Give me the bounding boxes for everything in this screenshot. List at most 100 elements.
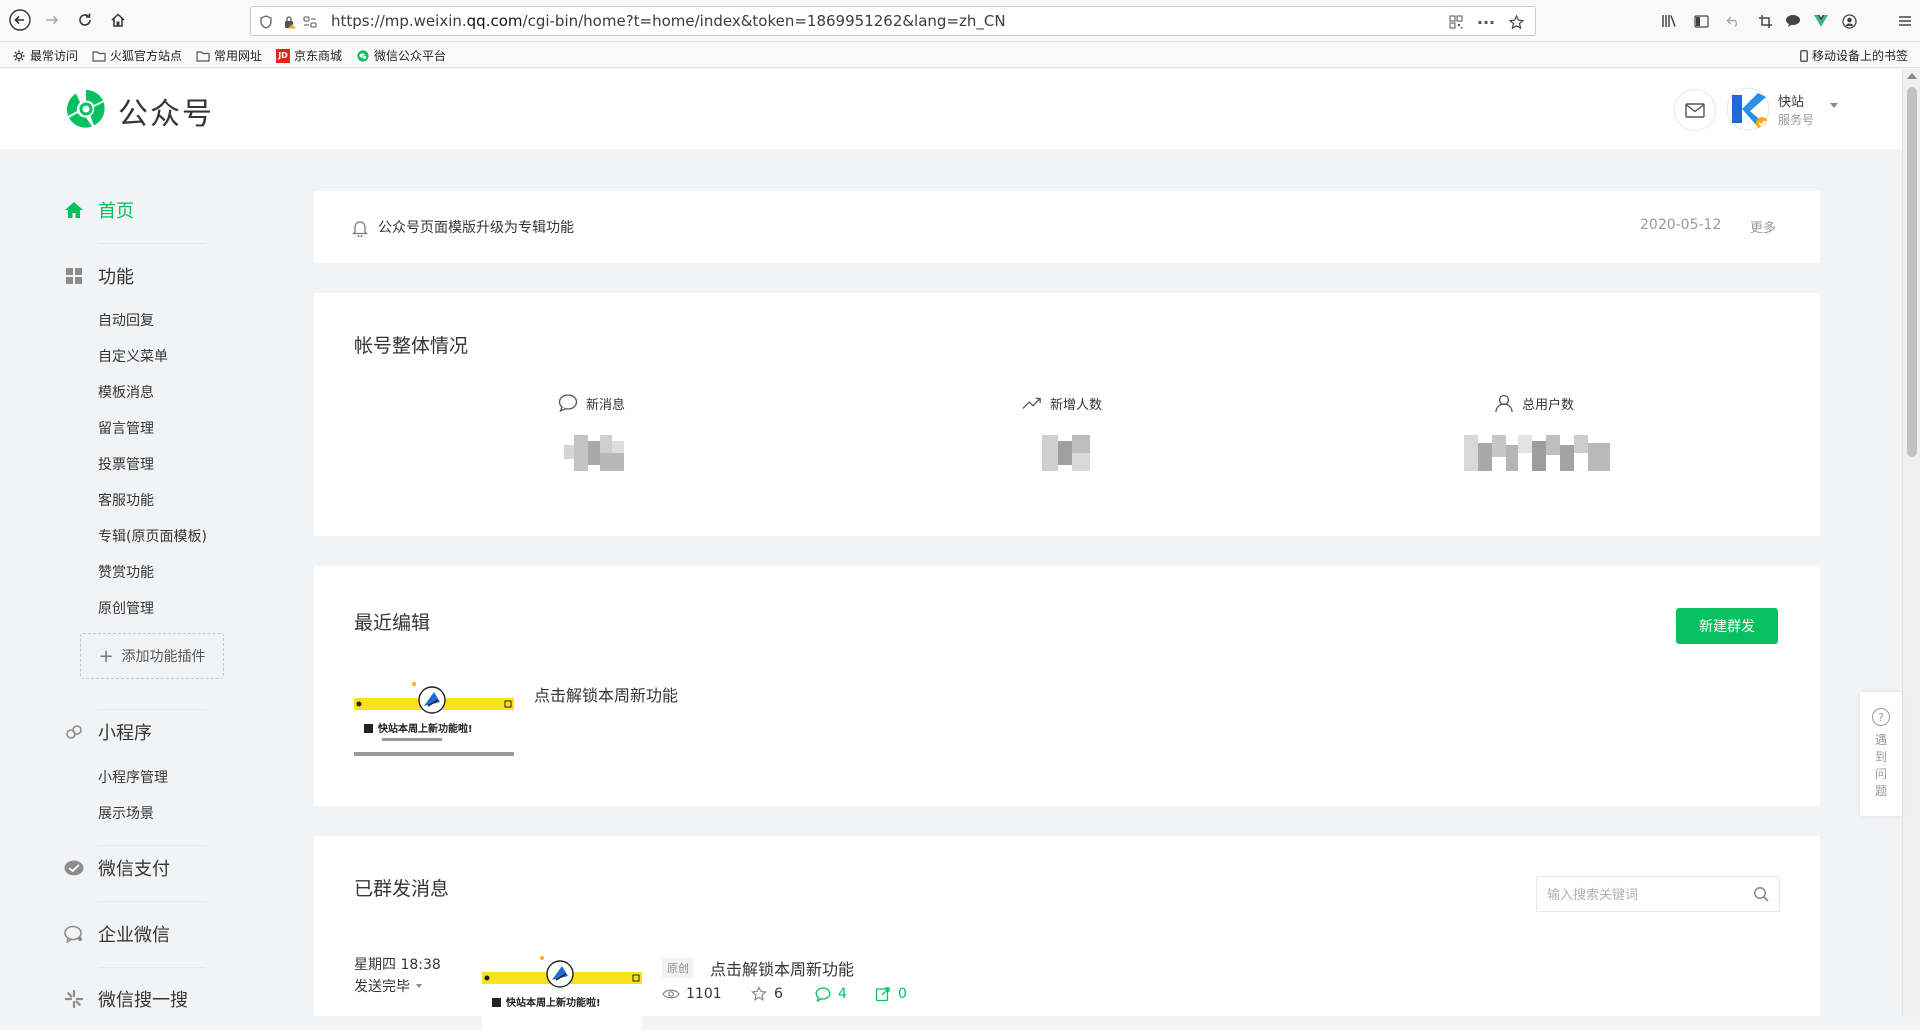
home-button[interactable] bbox=[106, 8, 130, 32]
sidebar-item-wecom[interactable]: 企业微信 bbox=[64, 921, 170, 947]
shield-icon[interactable] bbox=[257, 13, 275, 31]
sidebar-item-auto-reply[interactable]: 自动回复 bbox=[98, 310, 154, 330]
sidebar-item-label: 微信支付 bbox=[98, 859, 170, 880]
scroll-thumb[interactable] bbox=[1907, 87, 1917, 457]
browser-toolbar: https://mp.weixin.qq.com/cgi-bin/home?t=… bbox=[0, 0, 1920, 42]
screenshot-crop-icon[interactable] bbox=[1754, 10, 1776, 32]
sidebar-item-custom-menu[interactable]: 自定义菜单 bbox=[98, 346, 168, 366]
address-bar[interactable]: https://mp.weixin.qq.com/cgi-bin/home?t=… bbox=[250, 6, 1536, 36]
search-icon[interactable] bbox=[1753, 886, 1769, 902]
sidebar-item-reward[interactable]: 赞赏功能 bbox=[98, 562, 154, 582]
sent-status-dropdown[interactable]: 发送完毕 bbox=[354, 976, 422, 996]
search-box[interactable] bbox=[1536, 876, 1780, 912]
add-plugin-label: 添加功能插件 bbox=[121, 649, 206, 665]
help-label: 遇到问题 bbox=[1874, 733, 1887, 798]
more-actions-icon[interactable]: ··· bbox=[1477, 13, 1495, 32]
sidebar-item-wechat-search[interactable]: 微信搜一搜 bbox=[64, 986, 188, 1012]
bookmark-common-sites[interactable]: 常用网址 bbox=[196, 47, 262, 64]
article-thumbnail[interactable]: 快站本周上新功能啦! bbox=[354, 680, 514, 756]
account-name[interactable]: 快站 bbox=[1778, 91, 1804, 110]
sidebar-item-album[interactable]: 专辑(原页面模板) bbox=[98, 526, 207, 546]
reload-icon bbox=[79, 13, 91, 26]
vue-devtools-icon[interactable] bbox=[1810, 10, 1832, 32]
bookmark-firefox-site[interactable]: 火狐官方站点 bbox=[92, 47, 182, 64]
bookmark-star-icon[interactable] bbox=[1507, 13, 1525, 31]
metric-views: 1101 bbox=[662, 986, 722, 1002]
chat-icon[interactable] bbox=[1782, 10, 1804, 32]
bookmarks-bar: 最常访问 火狐官方站点 常用网址 JD 京东商城 微信公众平台 移动设备上的书签 bbox=[0, 42, 1920, 68]
library-icon[interactable] bbox=[1658, 10, 1680, 32]
sidebar-item-originality[interactable]: 原创管理 bbox=[98, 598, 154, 618]
sent-article-title[interactable]: 点击解锁本周新功能 bbox=[710, 956, 854, 980]
stat-label: 新消息 bbox=[586, 397, 626, 413]
page-scrollbar[interactable] bbox=[1902, 69, 1920, 1016]
new-mass-send-button[interactable]: 新建群发 bbox=[1676, 608, 1778, 644]
bookmark-most-visited[interactable]: 最常访问 bbox=[12, 47, 78, 64]
mail-icon bbox=[1685, 102, 1705, 118]
wechat-search-icon bbox=[64, 989, 84, 1009]
section-title: 已群发消息 bbox=[354, 878, 450, 900]
lock-warning-icon[interactable] bbox=[281, 13, 299, 31]
wechat-pay-icon bbox=[64, 858, 84, 878]
menu-icon[interactable] bbox=[1894, 10, 1916, 32]
sidebar-toggle-icon[interactable] bbox=[1690, 10, 1712, 32]
wechat-mp-logo-icon[interactable] bbox=[64, 87, 108, 131]
stat-label: 新增人数 bbox=[1050, 397, 1103, 413]
notice-more-link[interactable]: 更多 bbox=[1750, 217, 1776, 236]
gear-icon bbox=[13, 49, 25, 62]
account-icon[interactable] bbox=[1838, 10, 1860, 32]
account-dropdown-icon[interactable] bbox=[1830, 103, 1838, 108]
sidebar-item-template-message[interactable]: 模板消息 bbox=[98, 382, 154, 402]
thumbnail-caption: 快站本周上新功能啦! bbox=[377, 722, 473, 735]
permissions-icon[interactable] bbox=[301, 13, 319, 31]
plus-icon: + bbox=[98, 645, 114, 667]
qr-code-icon[interactable] bbox=[1447, 13, 1465, 31]
bookmark-label: 火狐官方站点 bbox=[110, 49, 183, 63]
reload-button[interactable] bbox=[73, 8, 97, 32]
section-title: 最近编辑 bbox=[354, 612, 431, 634]
account-avatar[interactable] bbox=[1726, 87, 1770, 131]
sidebar-item-mini-program[interactable]: 小程序 bbox=[64, 719, 152, 745]
search-input[interactable] bbox=[1547, 885, 1747, 905]
undo-icon[interactable] bbox=[1722, 10, 1744, 32]
sidebar-item-comments[interactable]: 留言管理 bbox=[98, 418, 154, 438]
question-icon: ? bbox=[1872, 708, 1890, 726]
stat-total-users[interactable]: 总用户数 bbox=[1494, 393, 1574, 413]
chevron-down-icon bbox=[416, 984, 422, 988]
recent-edits-card: 最近编辑 新建群发 快站本周上新功能啦! 点击解锁本周新功能 bbox=[314, 566, 1820, 806]
sidebar-item-display-scenes[interactable]: 展示场景 bbox=[98, 803, 154, 823]
recent-article-title[interactable]: 点击解锁本周新功能 bbox=[534, 682, 678, 706]
sent-article-thumbnail[interactable]: 快站本周上新功能啦! bbox=[482, 954, 642, 1030]
bookmark-wechat-mp[interactable]: 微信公众平台 bbox=[356, 47, 446, 64]
back-button[interactable] bbox=[8, 8, 32, 32]
account-overview-card: 帐号整体情况 新消息 新增人数 总用户数 bbox=[314, 293, 1820, 536]
sent-messages-card: 已群发消息 星期四 18:38 发送完毕 快站本周上新功能啦! 原创 点击解锁本… bbox=[314, 836, 1820, 1030]
divider bbox=[98, 967, 206, 968]
thumbnail-caption: 快站本周上新功能啦! bbox=[505, 996, 601, 1009]
stat-value-new-followers-redacted bbox=[1042, 435, 1090, 471]
sidebar-item-customer-service[interactable]: 客服功能 bbox=[98, 490, 154, 510]
sidebar-item-votes[interactable]: 投票管理 bbox=[98, 454, 154, 474]
sidebar-item-mini-program-manage[interactable]: 小程序管理 bbox=[98, 767, 168, 787]
wecom-icon bbox=[64, 924, 84, 944]
notice-text[interactable]: 公众号页面模版升级为专辑功能 bbox=[378, 217, 574, 237]
divider bbox=[98, 243, 206, 244]
sidebar-item-functions[interactable]: 功能 bbox=[64, 263, 134, 289]
bookmark-mobile[interactable]: 移动设备上的书签 bbox=[1800, 47, 1908, 64]
message-center-button[interactable] bbox=[1674, 89, 1716, 131]
bookmark-jd[interactable]: JD 京东商城 bbox=[276, 47, 342, 64]
bell-icon bbox=[352, 221, 368, 237]
stat-new-followers[interactable]: 新增人数 bbox=[1022, 393, 1102, 413]
arrow-left-icon bbox=[9, 9, 31, 31]
forward-button[interactable] bbox=[40, 8, 64, 32]
divider bbox=[98, 901, 206, 902]
metric-shares[interactable]: 0 bbox=[874, 986, 907, 1002]
metric-comments[interactable]: 4 bbox=[814, 986, 847, 1002]
add-plugin-button[interactable]: + 添加功能插件 bbox=[80, 633, 224, 679]
help-float-button[interactable]: ? 遇到问题 bbox=[1860, 692, 1902, 816]
sidebar-item-home[interactable]: 首页 bbox=[64, 197, 134, 223]
stat-new-messages[interactable]: 新消息 bbox=[558, 393, 625, 413]
scroll-up-icon[interactable] bbox=[1907, 73, 1917, 79]
wechat-icon bbox=[357, 49, 369, 62]
sidebar-item-wechat-pay[interactable]: 微信支付 bbox=[64, 855, 170, 881]
